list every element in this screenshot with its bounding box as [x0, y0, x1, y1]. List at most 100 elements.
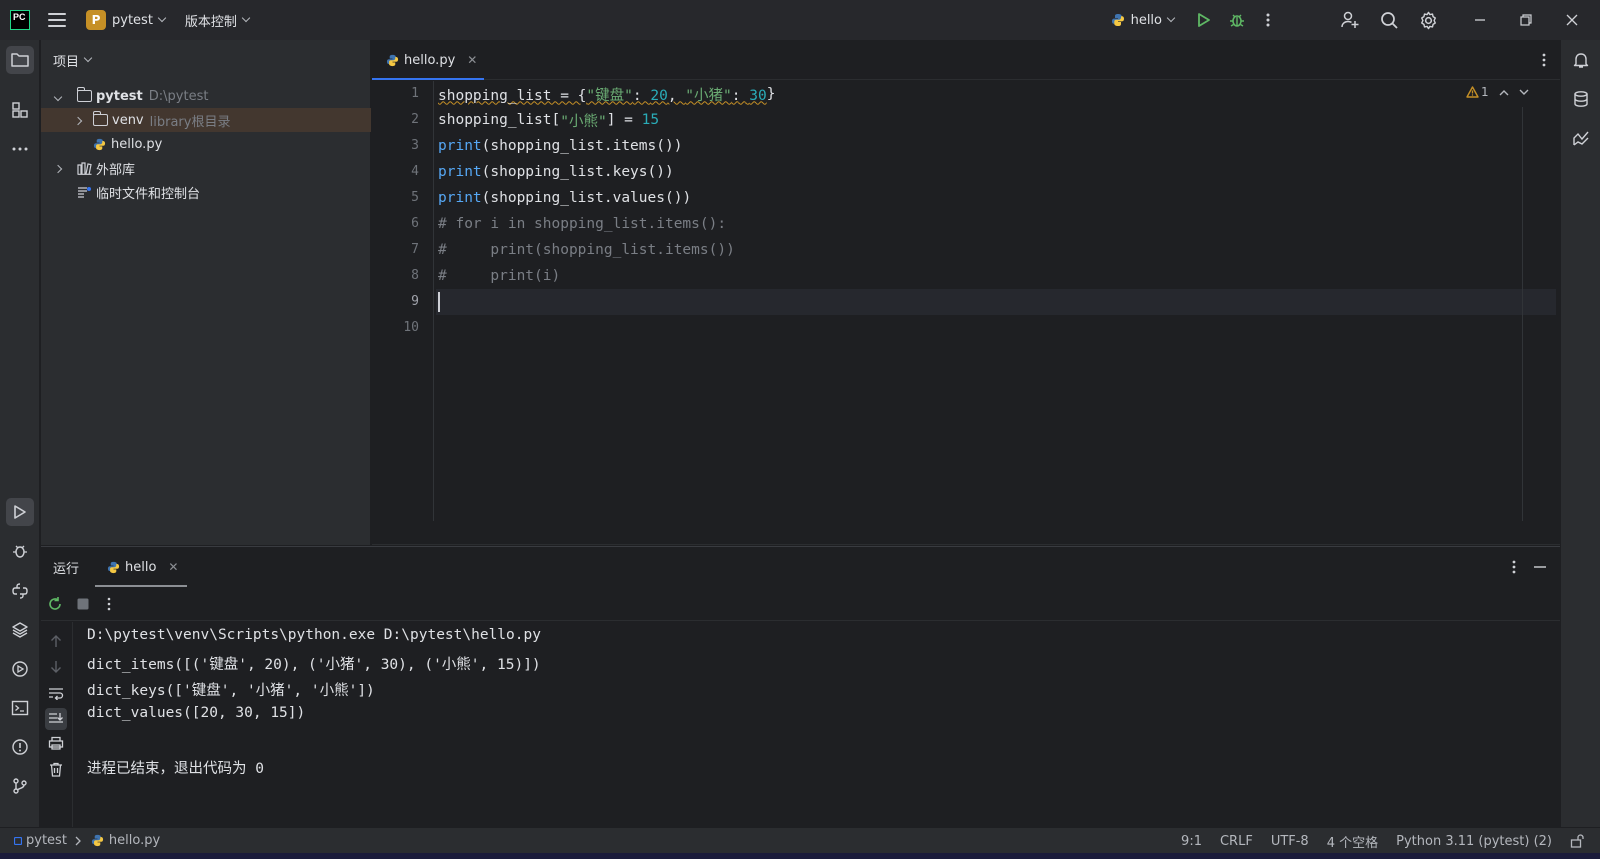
services-button[interactable]	[6, 655, 34, 683]
tree-item-label: 临时文件和控制台	[96, 186, 201, 202]
tree-item-label: hello.py	[111, 136, 163, 152]
python-packages-button[interactable]	[6, 616, 34, 644]
indent-setting[interactable]: 4 个空格	[1327, 832, 1378, 851]
main-menu-icon[interactable]	[48, 13, 66, 27]
tree-item-scratches[interactable]: 临时文件和控制台	[41, 180, 371, 204]
console-side-toolbar	[41, 622, 73, 828]
terminal-button[interactable]	[6, 694, 34, 722]
python-console-button[interactable]	[6, 577, 34, 605]
console-output-line: dict_items([('键盘', 20), ('小猪', 30), ('小熊…	[87, 657, 541, 673]
sciview-button[interactable]	[1567, 124, 1595, 152]
chevron-down-icon[interactable]	[157, 13, 167, 23]
print-icon[interactable]	[48, 736, 64, 750]
editor-horizontal-scrollbar[interactable]	[372, 521, 1560, 545]
problems-button[interactable]	[6, 733, 34, 761]
pycharm-logo: PC	[10, 10, 30, 30]
caret-position[interactable]: 9:1	[1181, 834, 1202, 849]
settings-gear-icon[interactable]	[1419, 11, 1438, 30]
hide-panel-icon[interactable]	[1534, 566, 1546, 568]
more-tools-button[interactable]	[6, 135, 34, 163]
vcs-menu[interactable]: 版本控制	[185, 11, 237, 30]
tab-hello-py[interactable]: hello.py ✕	[372, 40, 484, 80]
git-button[interactable]	[6, 772, 34, 800]
project-badge[interactable]: P	[86, 10, 106, 30]
code-editor[interactable]: 1 2 3 4 5 6 7 8 9 10 shopping_list = {"键…	[372, 81, 1560, 521]
scroll-up-icon[interactable]	[49, 634, 63, 648]
breadcrumb-project[interactable]: pytest	[26, 833, 67, 848]
close-window-icon[interactable]	[1566, 14, 1578, 26]
left-tool-stripe	[0, 40, 40, 827]
line-number-current: 9	[411, 294, 419, 309]
lock-icon[interactable]	[1570, 834, 1584, 848]
run-config-selector[interactable]: hello	[1131, 13, 1162, 28]
expanded-arrow-icon[interactable]	[53, 92, 63, 101]
tree-item-hello-py[interactable]: hello.py	[41, 132, 371, 156]
project-switcher[interactable]: pytest	[112, 13, 153, 28]
text-caret	[438, 292, 440, 312]
run-tool-button[interactable]	[6, 498, 34, 526]
line-number: 1	[411, 86, 419, 101]
scroll-to-end-icon[interactable]	[45, 708, 67, 730]
run-icon[interactable]	[1196, 12, 1212, 28]
code-line-8: # print(i)	[438, 268, 561, 284]
previous-highlight-icon[interactable]	[1499, 89, 1509, 96]
project-panel-header[interactable]: 项目	[41, 40, 370, 80]
add-user-icon[interactable]	[1340, 10, 1360, 30]
scroll-down-icon[interactable]	[49, 660, 63, 674]
structure-tool-button[interactable]	[6, 96, 34, 124]
debug-icon[interactable]	[1228, 11, 1246, 29]
restore-window-icon[interactable]	[1520, 14, 1532, 26]
search-icon[interactable]	[1380, 11, 1399, 30]
close-tab-icon[interactable]: ✕	[168, 560, 178, 574]
line-number: 7	[411, 242, 419, 257]
code-line-6: # for i in shopping_list.items():	[438, 216, 727, 232]
chevron-down-icon[interactable]	[83, 53, 93, 63]
right-tool-stripe	[1560, 40, 1600, 827]
stop-icon[interactable]	[77, 598, 89, 610]
line-number: 3	[411, 138, 419, 153]
project-tool-button[interactable]	[6, 46, 34, 74]
python-console-icon	[12, 583, 28, 599]
python-interpreter[interactable]: Python 3.11 (pytest) (2)	[1396, 834, 1552, 849]
breadcrumb-file[interactable]: hello.py	[109, 833, 160, 848]
inspection-widget[interactable]: 1	[1466, 85, 1529, 99]
problems-icon	[12, 739, 28, 755]
more-actions-icon[interactable]	[107, 597, 111, 611]
minimize-window-icon[interactable]	[1474, 14, 1486, 26]
run-tab-hello[interactable]: hello ✕	[95, 547, 187, 587]
python-file-icon	[1111, 13, 1125, 27]
run-icon	[14, 505, 26, 519]
services-icon	[12, 661, 28, 677]
taskbar-edge	[0, 853, 1600, 859]
tab-options-icon[interactable]	[1542, 52, 1546, 68]
debug-tool-button[interactable]	[6, 537, 34, 565]
database-button[interactable]	[1567, 85, 1595, 113]
chevron-down-icon[interactable]	[241, 13, 251, 23]
more-actions-icon[interactable]	[1266, 12, 1270, 28]
collapsed-arrow-icon[interactable]	[73, 116, 83, 125]
collapsed-arrow-icon[interactable]	[53, 164, 63, 173]
soft-wrap-icon[interactable]	[48, 686, 64, 700]
project-panel-title[interactable]: 项目	[53, 51, 79, 70]
notifications-button[interactable]	[1567, 46, 1595, 74]
tree-item-external-libraries[interactable]: 外部库	[41, 156, 371, 180]
bug-icon	[13, 545, 27, 558]
scratches-icon	[77, 186, 92, 199]
line-separator[interactable]: CRLF	[1220, 834, 1253, 849]
folder-icon	[77, 87, 92, 102]
run-options-icon[interactable]	[1512, 559, 1516, 575]
rerun-icon[interactable]	[47, 596, 63, 612]
tree-item-venv[interactable]: venv library根目录	[41, 108, 371, 132]
tree-item-pytest[interactable]: pytest D:\pytest	[41, 84, 371, 108]
python-file-icon	[91, 834, 104, 847]
clear-trash-icon[interactable]	[49, 762, 63, 777]
close-tab-icon[interactable]: ✕	[467, 53, 477, 67]
file-encoding[interactable]: UTF-8	[1271, 834, 1309, 849]
logo-text: PC	[13, 12, 26, 22]
chevron-down-icon[interactable]	[1166, 13, 1176, 23]
breadcrumb-separator-icon	[75, 836, 81, 846]
console-exit-message: 进程已结束，退出代码为 0	[87, 761, 264, 777]
title-bar: PC P pytest 版本控制 hello	[0, 0, 1600, 40]
python-file-icon	[107, 561, 120, 574]
next-highlight-icon[interactable]	[1519, 89, 1529, 96]
